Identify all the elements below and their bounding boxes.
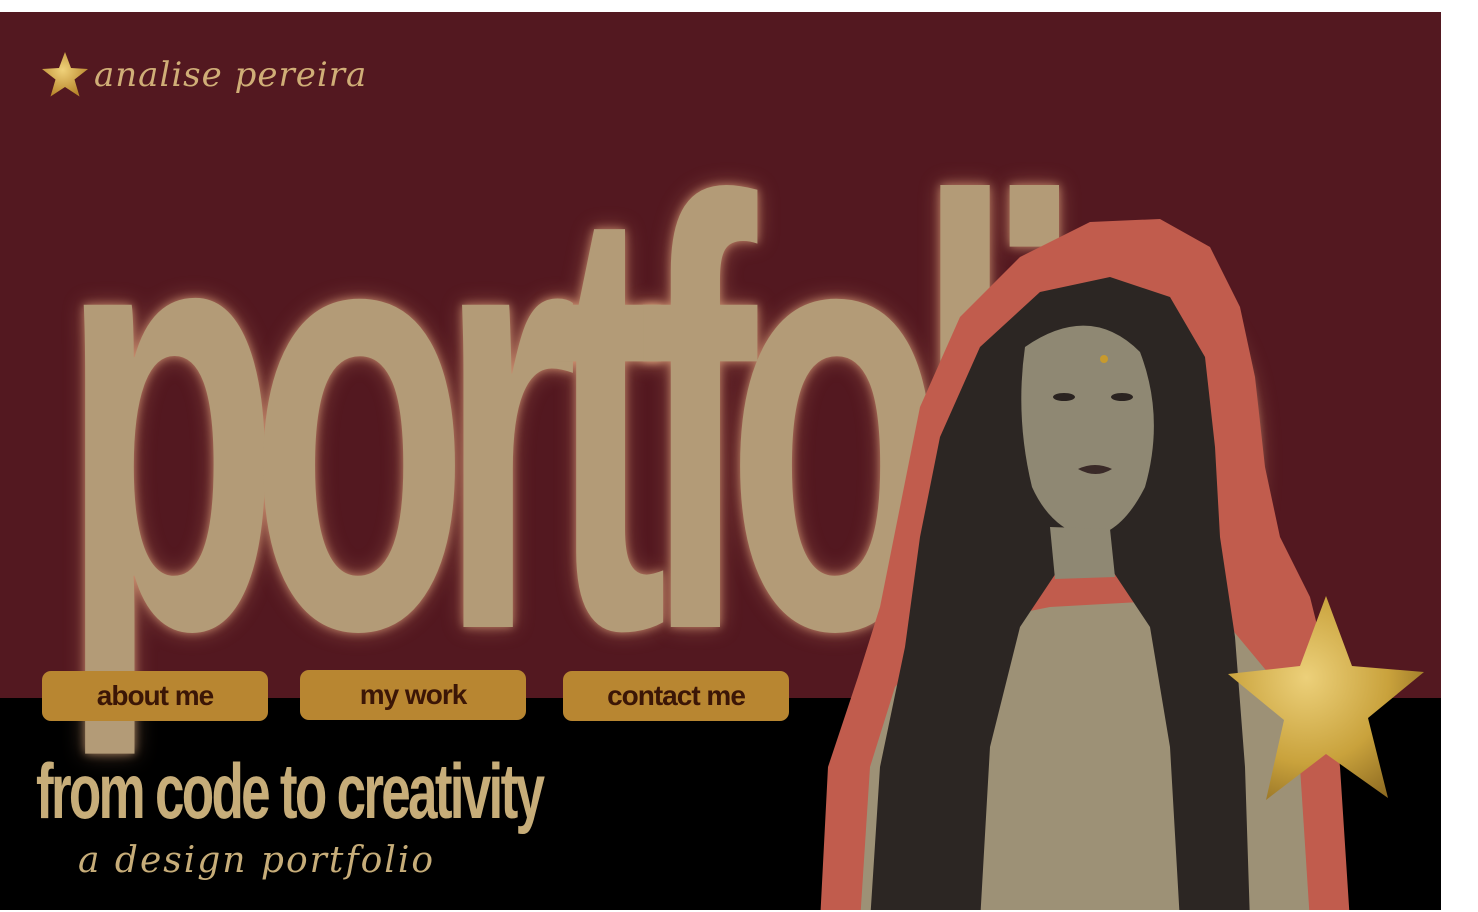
about-me-button[interactable]: about me xyxy=(42,671,268,721)
tagline: from code to creativity xyxy=(36,747,545,835)
page-frame: analise pereira portfolio about me my wo… xyxy=(0,12,1441,910)
gold-star-icon xyxy=(1228,596,1424,800)
portrait-bindi xyxy=(1100,355,1108,363)
subtagline: a design portfolio xyxy=(78,840,436,881)
contact-me-button[interactable]: contact me xyxy=(563,671,789,721)
portrait-eye-right xyxy=(1111,393,1133,401)
my-work-button[interactable]: my work xyxy=(300,670,526,720)
portrait-eye-left xyxy=(1053,393,1075,401)
portrait-neck xyxy=(1050,527,1115,579)
